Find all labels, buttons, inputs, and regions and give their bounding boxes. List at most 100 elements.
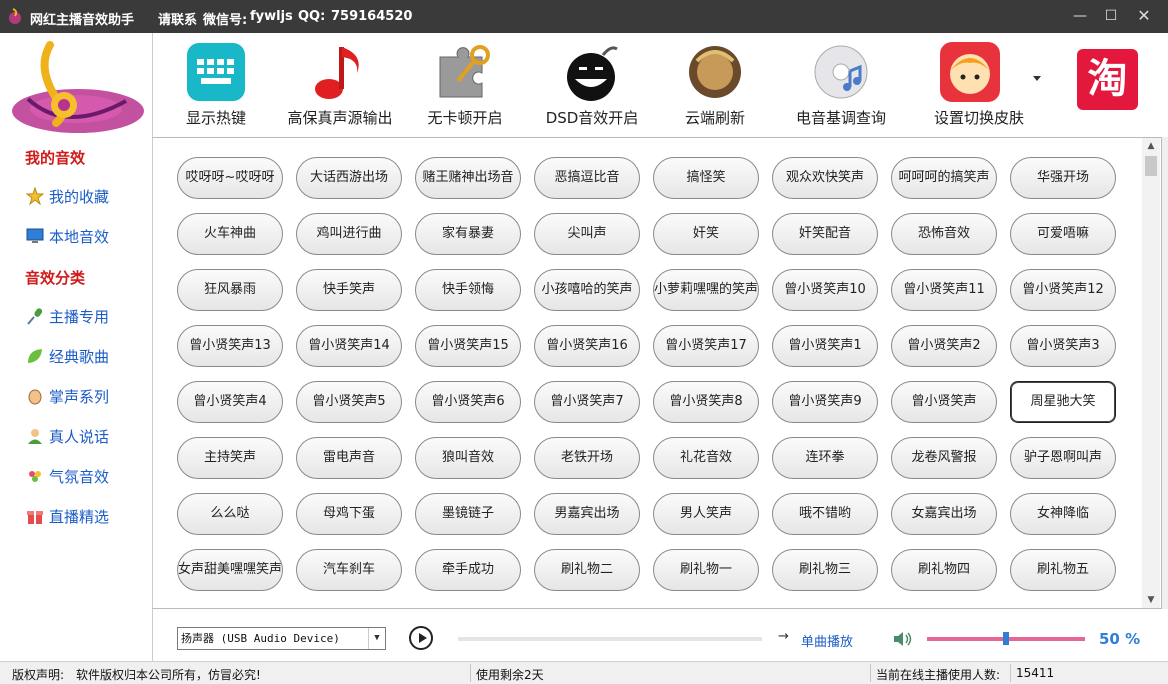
sound-button[interactable]: 曾小贤笑声2 <box>891 325 997 367</box>
sound-button[interactable]: 曾小贤笑声 <box>891 381 997 423</box>
sound-button[interactable]: 驴子恩啊叫声 <box>1010 437 1116 479</box>
sound-button[interactable]: 大话西游出场 <box>296 157 402 199</box>
tool-switch-skin[interactable]: 设置切换皮肤 <box>915 39 1043 129</box>
sound-button[interactable]: 曾小贤笑声7 <box>534 381 640 423</box>
sidebar-item-speech[interactable]: 真人说话 <box>26 424 146 448</box>
sound-button[interactable]: 曾小贤笑声13 <box>177 325 283 367</box>
sound-button[interactable]: 男嘉宾出场 <box>534 493 640 535</box>
sidebar-item-host[interactable]: 主播专用 <box>26 304 146 328</box>
sound-button[interactable]: 墨镜链子 <box>415 493 521 535</box>
sound-button[interactable]: 刷礼物五 <box>1010 549 1116 591</box>
sound-button[interactable]: 周星驰大笑 <box>1010 381 1116 423</box>
sound-button[interactable]: 鸡叫进行曲 <box>296 213 402 255</box>
tool-tone-query[interactable]: 电音基调查询 <box>777 39 905 129</box>
sound-button[interactable]: 女神降临 <box>1010 493 1116 535</box>
sidebar-item-applause[interactable]: 掌声系列 <box>26 384 146 408</box>
sound-button[interactable]: 老铁开场 <box>534 437 640 479</box>
sound-button[interactable]: 小萝莉嘿嘿的笑声 <box>653 269 759 311</box>
sound-button[interactable]: 曾小贤笑声14 <box>296 325 402 367</box>
sound-button[interactable]: 连环拳 <box>772 437 878 479</box>
sidebar-item-classic[interactable]: 经典歌曲 <box>26 344 146 368</box>
sound-button[interactable]: 么么哒 <box>177 493 283 535</box>
sound-button[interactable]: 小孩嘻哈的笑声 <box>534 269 640 311</box>
qq-value: 759164520 <box>331 9 413 24</box>
sound-button[interactable]: 家有暴妻 <box>415 213 521 255</box>
sound-grid: 哎呀呀~哎呀呀 大话西游出场 赌王赌神出场音 恶搞逗比音 搞怪笑 观众欢快笑声 呵呵呵的搞笑… <box>152 137 1162 609</box>
sound-button[interactable]: 龙卷风警报 <box>891 437 997 479</box>
playback-progress-bar[interactable] <box>458 637 762 641</box>
sound-grid-scrollbar[interactable]: ▲ ▼ <box>1142 138 1160 608</box>
sound-button[interactable]: 汽车刹车 <box>296 549 402 591</box>
sound-button[interactable]: 曾小贤笑声3 <box>1010 325 1116 367</box>
sound-button[interactable]: 观众欢快笑声 <box>772 157 878 199</box>
sound-button[interactable]: 曾小贤笑声1 <box>772 325 878 367</box>
play-mode-button[interactable]: 单曲播放 <box>801 631 853 650</box>
tool-show-hotkeys[interactable]: 显示热键 <box>157 39 275 129</box>
sound-button[interactable]: 曾小贤笑声10 <box>772 269 878 311</box>
sidebar-item-featured[interactable]: 直播精选 <box>26 504 146 528</box>
output-device-select[interactable]: 扬声器 (USB Audio Device) ▼ <box>177 627 386 650</box>
sound-button[interactable]: 快手领悔 <box>415 269 521 311</box>
sound-button[interactable]: 女声甜美嘿嘿笑声 <box>177 549 283 591</box>
sound-button[interactable]: 奸笑配音 <box>772 213 878 255</box>
sound-button[interactable]: 雷电声音 <box>296 437 402 479</box>
maximize-button[interactable]: ☐ <box>1101 6 1121 26</box>
sound-button[interactable]: 主持笑声 <box>177 437 283 479</box>
sound-button[interactable]: 狼叫音效 <box>415 437 521 479</box>
sound-button[interactable]: 哦不错哟 <box>772 493 878 535</box>
sound-button[interactable]: 哎呀呀~哎呀呀 <box>177 157 283 199</box>
scroll-down-icon[interactable]: ▼ <box>1142 592 1160 608</box>
sound-button[interactable]: 恐怖音效 <box>891 213 997 255</box>
tool-hifi-output[interactable]: 高保真声源输出 <box>279 39 401 129</box>
sound-button[interactable]: 曾小贤笑声6 <box>415 381 521 423</box>
tool-dsd[interactable]: DSD音效开启 <box>533 39 651 129</box>
online-count-label: 当前在线主播使用人数: <box>876 668 1001 682</box>
sound-button[interactable]: 快手笑声 <box>296 269 402 311</box>
sound-button[interactable]: 火车神曲 <box>177 213 283 255</box>
sound-button[interactable]: 女嘉宾出场 <box>891 493 997 535</box>
sound-button[interactable]: 曾小贤笑声12 <box>1010 269 1116 311</box>
sound-button[interactable]: 曾小贤笑声5 <box>296 381 402 423</box>
scroll-up-icon[interactable]: ▲ <box>1142 138 1160 154</box>
sound-button[interactable]: 曾小贤笑声16 <box>534 325 640 367</box>
sound-button[interactable]: 刷礼物三 <box>772 549 878 591</box>
sidebar-item-atmosphere[interactable]: 气氛音效 <box>26 464 146 488</box>
sound-button[interactable]: 曾小贤笑声15 <box>415 325 521 367</box>
skin-dropdown-chevron-icon[interactable] <box>1033 76 1041 81</box>
sound-button[interactable]: 尖叫声 <box>534 213 640 255</box>
sound-button[interactable]: 可爱唔嘛 <box>1010 213 1116 255</box>
taobao-button[interactable]: 淘 <box>1077 49 1138 110</box>
sound-button[interactable]: 男人笑声 <box>653 493 759 535</box>
sound-button[interactable]: 曾小贤笑声4 <box>177 381 283 423</box>
sound-button[interactable]: 曾小贤笑声8 <box>653 381 759 423</box>
sidebar-item-label: 我的收藏 <box>49 188 110 206</box>
sound-button[interactable]: 曾小贤笑声11 <box>891 269 997 311</box>
sound-button[interactable]: 牵手成功 <box>415 549 521 591</box>
sound-button[interactable]: 曾小贤笑声9 <box>772 381 878 423</box>
sound-button[interactable]: 呵呵呵的搞笑声 <box>891 157 997 199</box>
speaker-icon[interactable] <box>893 631 913 647</box>
sound-button[interactable]: 奸笑 <box>653 213 759 255</box>
close-button[interactable]: ✕ <box>1134 6 1154 26</box>
sidebar-item-favorites[interactable]: 我的收藏 <box>26 184 146 208</box>
monitor-icon <box>26 228 44 243</box>
sound-button[interactable]: 赌王赌神出场音 <box>415 157 521 199</box>
sound-button[interactable]: 刷礼物二 <box>534 549 640 591</box>
sidebar-item-local[interactable]: 本地音效 <box>26 224 146 248</box>
sound-button[interactable]: 恶搞逗比音 <box>534 157 640 199</box>
volume-slider-thumb[interactable] <box>1003 632 1009 645</box>
scroll-thumb[interactable] <box>1145 156 1157 176</box>
sound-button[interactable]: 曾小贤笑声17 <box>653 325 759 367</box>
sound-button[interactable]: 狂风暴雨 <box>177 269 283 311</box>
leaf-icon <box>28 349 42 363</box>
sound-button[interactable]: 母鸡下蛋 <box>296 493 402 535</box>
sound-button[interactable]: 华强开场 <box>1010 157 1116 199</box>
play-button[interactable] <box>409 626 433 650</box>
sound-button[interactable]: 礼花音效 <box>653 437 759 479</box>
sound-button[interactable]: 刷礼物一 <box>653 549 759 591</box>
sound-button[interactable]: 刷礼物四 <box>891 549 997 591</box>
sound-button[interactable]: 搞怪笑 <box>653 157 759 199</box>
tool-cloud-refresh[interactable]: 云端刷新 <box>659 39 771 129</box>
tool-no-lag[interactable]: 无卡顿开启 <box>409 39 521 129</box>
minimize-button[interactable]: — <box>1070 6 1090 26</box>
